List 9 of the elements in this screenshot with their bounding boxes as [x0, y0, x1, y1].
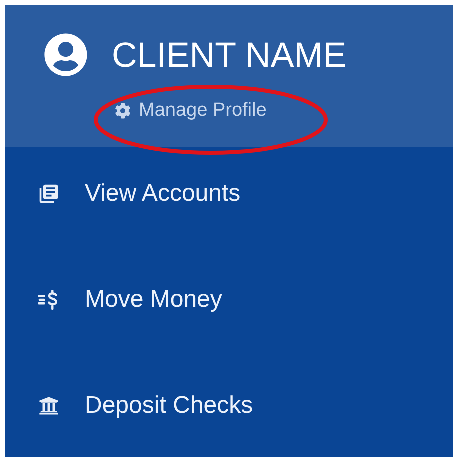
- client-name: CLIENT NAME: [112, 38, 347, 72]
- user-avatar-icon: [44, 33, 88, 77]
- menu-item[interactable]: Move Money: [5, 287, 453, 313]
- settings-icon: [115, 103, 131, 120]
- dollar-icon: [38, 290, 60, 310]
- bank-icon: [39, 396, 59, 416]
- book-stack-icon: [38, 183, 60, 205]
- menu-item[interactable]: Deposit Checks: [5, 393, 453, 419]
- menu-item[interactable]: View Accounts: [5, 181, 453, 207]
